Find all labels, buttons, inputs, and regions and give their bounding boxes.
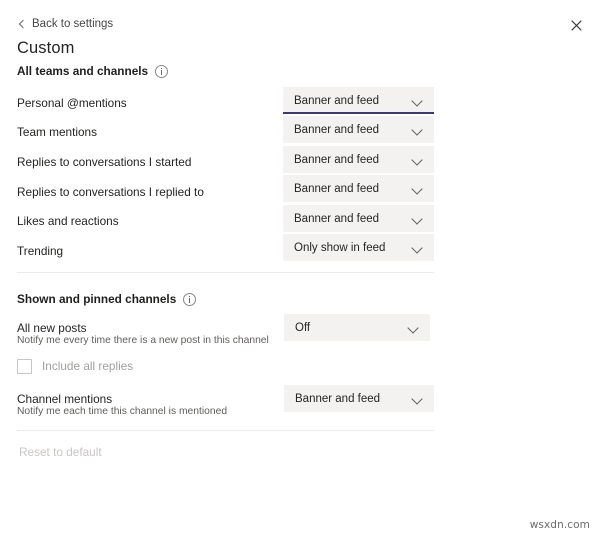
footer-divider: [17, 430, 434, 431]
info-icon[interactable]: [155, 64, 169, 78]
close-button[interactable]: [565, 14, 587, 36]
chevron-down-icon: [412, 242, 423, 253]
row-label-trending: Trending: [17, 244, 64, 258]
dropdown-value: Banner and feed: [294, 212, 380, 225]
close-icon: [570, 19, 582, 31]
dropdown-value: Banner and feed: [294, 182, 380, 195]
row-label-replies-started: Replies to conversations I started: [17, 155, 192, 169]
dropdown-personal-mentions[interactable]: Banner and feed: [283, 87, 434, 114]
back-to-settings-link[interactable]: Back to settings: [17, 17, 113, 31]
section-heading-all-teams: All teams and channels: [17, 63, 169, 79]
dropdown-trending[interactable]: Only show in feed: [283, 234, 434, 261]
chevron-left-icon: [17, 20, 26, 29]
notification-settings-panel: Back to settings Custom All teams and ch…: [0, 0, 600, 539]
dropdown-likes-reactions[interactable]: Banner and feed: [283, 205, 434, 232]
watermark: wsxdn.com: [529, 519, 590, 531]
info-icon[interactable]: [183, 292, 197, 306]
section-divider: [17, 272, 434, 273]
row-label-personal-mentions: Personal @mentions: [17, 96, 127, 110]
chevron-down-icon: [412, 124, 423, 135]
chevron-down-icon: [412, 183, 423, 194]
dropdown-value: Only show in feed: [294, 241, 386, 254]
dropdown-value: Banner and feed: [294, 153, 380, 166]
chevron-down-icon: [408, 322, 419, 333]
chevron-down-icon: [412, 95, 423, 106]
dropdown-value: Banner and feed: [294, 94, 380, 107]
checkbox-box-icon[interactable]: [17, 358, 32, 374]
chevron-down-icon: [412, 154, 423, 165]
checkbox-include-all-replies[interactable]: Include all replies: [17, 358, 133, 374]
row-sub-channel-mentions: Notify me each time this channel is ment…: [17, 406, 228, 417]
chevron-down-icon: [412, 393, 423, 404]
section-heading-shown-pinned: Shown and pinned channels: [17, 291, 197, 307]
dropdown-value: Off: [295, 321, 311, 334]
section-heading-all-teams-label: All teams and channels: [17, 64, 149, 78]
dropdown-all-new-posts[interactable]: Off: [284, 314, 430, 341]
dropdown-value: Banner and feed: [294, 123, 380, 136]
dropdown-replies-replied[interactable]: Banner and feed: [283, 175, 434, 202]
checkbox-label: Include all replies: [42, 359, 134, 373]
section-heading-shown-pinned-label: Shown and pinned channels: [17, 292, 177, 306]
back-to-settings-label: Back to settings: [32, 18, 114, 30]
chevron-down-icon: [412, 213, 423, 224]
row-label-likes-reactions: Likes and reactions: [17, 214, 119, 228]
row-label-replies-replied: Replies to conversations I replied to: [17, 185, 204, 199]
row-label-team-mentions: Team mentions: [17, 125, 97, 139]
dropdown-team-mentions[interactable]: Banner and feed: [283, 116, 434, 143]
row-sub-all-new-posts: Notify me every time there is a new post…: [17, 335, 269, 346]
dropdown-channel-mentions[interactable]: Banner and feed: [284, 385, 434, 412]
reset-to-default-button[interactable]: Reset to default: [19, 444, 102, 460]
dropdown-value: Banner and feed: [295, 392, 381, 405]
dropdown-replies-started[interactable]: Banner and feed: [283, 146, 434, 173]
page-title: Custom: [17, 39, 75, 57]
